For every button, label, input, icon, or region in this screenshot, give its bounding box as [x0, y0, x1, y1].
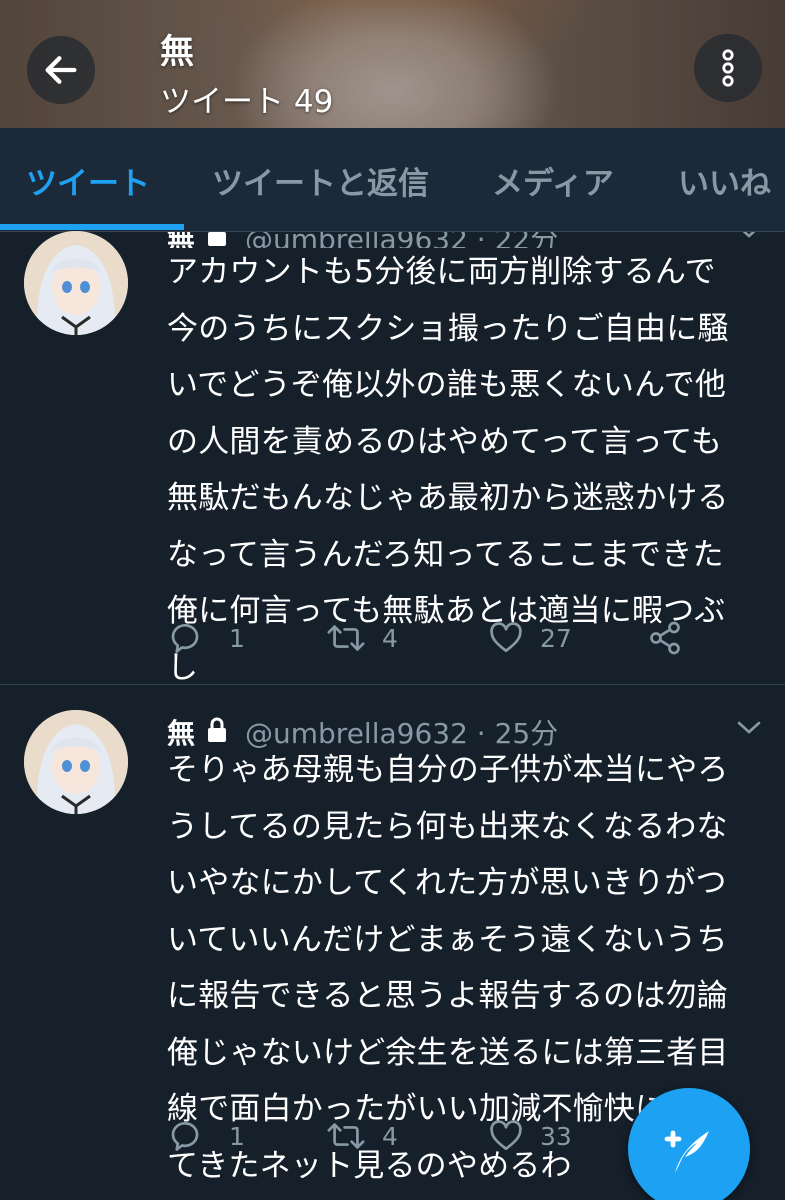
retweet-count: 4	[382, 623, 398, 653]
lock-icon	[208, 717, 226, 742]
profile-tabs: ツイート ツイートと返信 メディア いいね	[0, 128, 785, 232]
retweet-button[interactable]: 4	[326, 620, 398, 656]
retweet-count: 4	[382, 1121, 398, 1151]
compose-tweet-icon	[664, 1130, 709, 1173]
reply-icon	[171, 1122, 199, 1151]
tab-media[interactable]: メディア	[492, 158, 614, 203]
tab-tweets[interactable]: ツイート	[26, 158, 150, 203]
like-count: 27	[540, 623, 572, 653]
reply-count: 1	[229, 1121, 245, 1151]
chevron-down-icon[interactable]	[736, 720, 762, 736]
more-options-button[interactable]	[694, 34, 762, 102]
retweet-icon	[327, 1123, 365, 1149]
share-button[interactable]	[647, 620, 683, 656]
like-button[interactable]: 27	[488, 620, 572, 656]
like-button[interactable]: 33	[488, 1118, 572, 1154]
active-tab-indicator	[0, 224, 184, 230]
heart-icon	[490, 1120, 522, 1151]
share-icon	[650, 621, 680, 655]
reply-button[interactable]: 1	[167, 1118, 245, 1154]
retweet-button[interactable]: 4	[326, 1118, 398, 1154]
tab-likes[interactable]: いいね	[678, 158, 771, 203]
tab-tweets-and-replies[interactable]: ツイートと返信	[212, 158, 429, 203]
tweet-divider	[0, 684, 785, 685]
avatar-image	[24, 710, 128, 814]
tweet-count: ツイート 49	[160, 84, 334, 120]
chevron-down-icon[interactable]	[736, 232, 762, 240]
reply-count: 1	[229, 623, 245, 653]
heart-icon	[490, 622, 522, 653]
like-count: 33	[540, 1121, 572, 1151]
arrow-left-icon	[45, 56, 77, 84]
compose-tweet-button[interactable]	[628, 1088, 750, 1200]
profile-name: 無	[160, 32, 194, 72]
reply-icon	[171, 624, 199, 653]
reply-button[interactable]: 1	[167, 620, 245, 656]
avatar[interactable]	[24, 710, 128, 814]
more-vertical-icon	[722, 49, 734, 87]
profile-header: 無 ツイート 49	[0, 0, 785, 128]
back-button[interactable]	[27, 36, 95, 104]
retweet-icon	[327, 625, 365, 651]
